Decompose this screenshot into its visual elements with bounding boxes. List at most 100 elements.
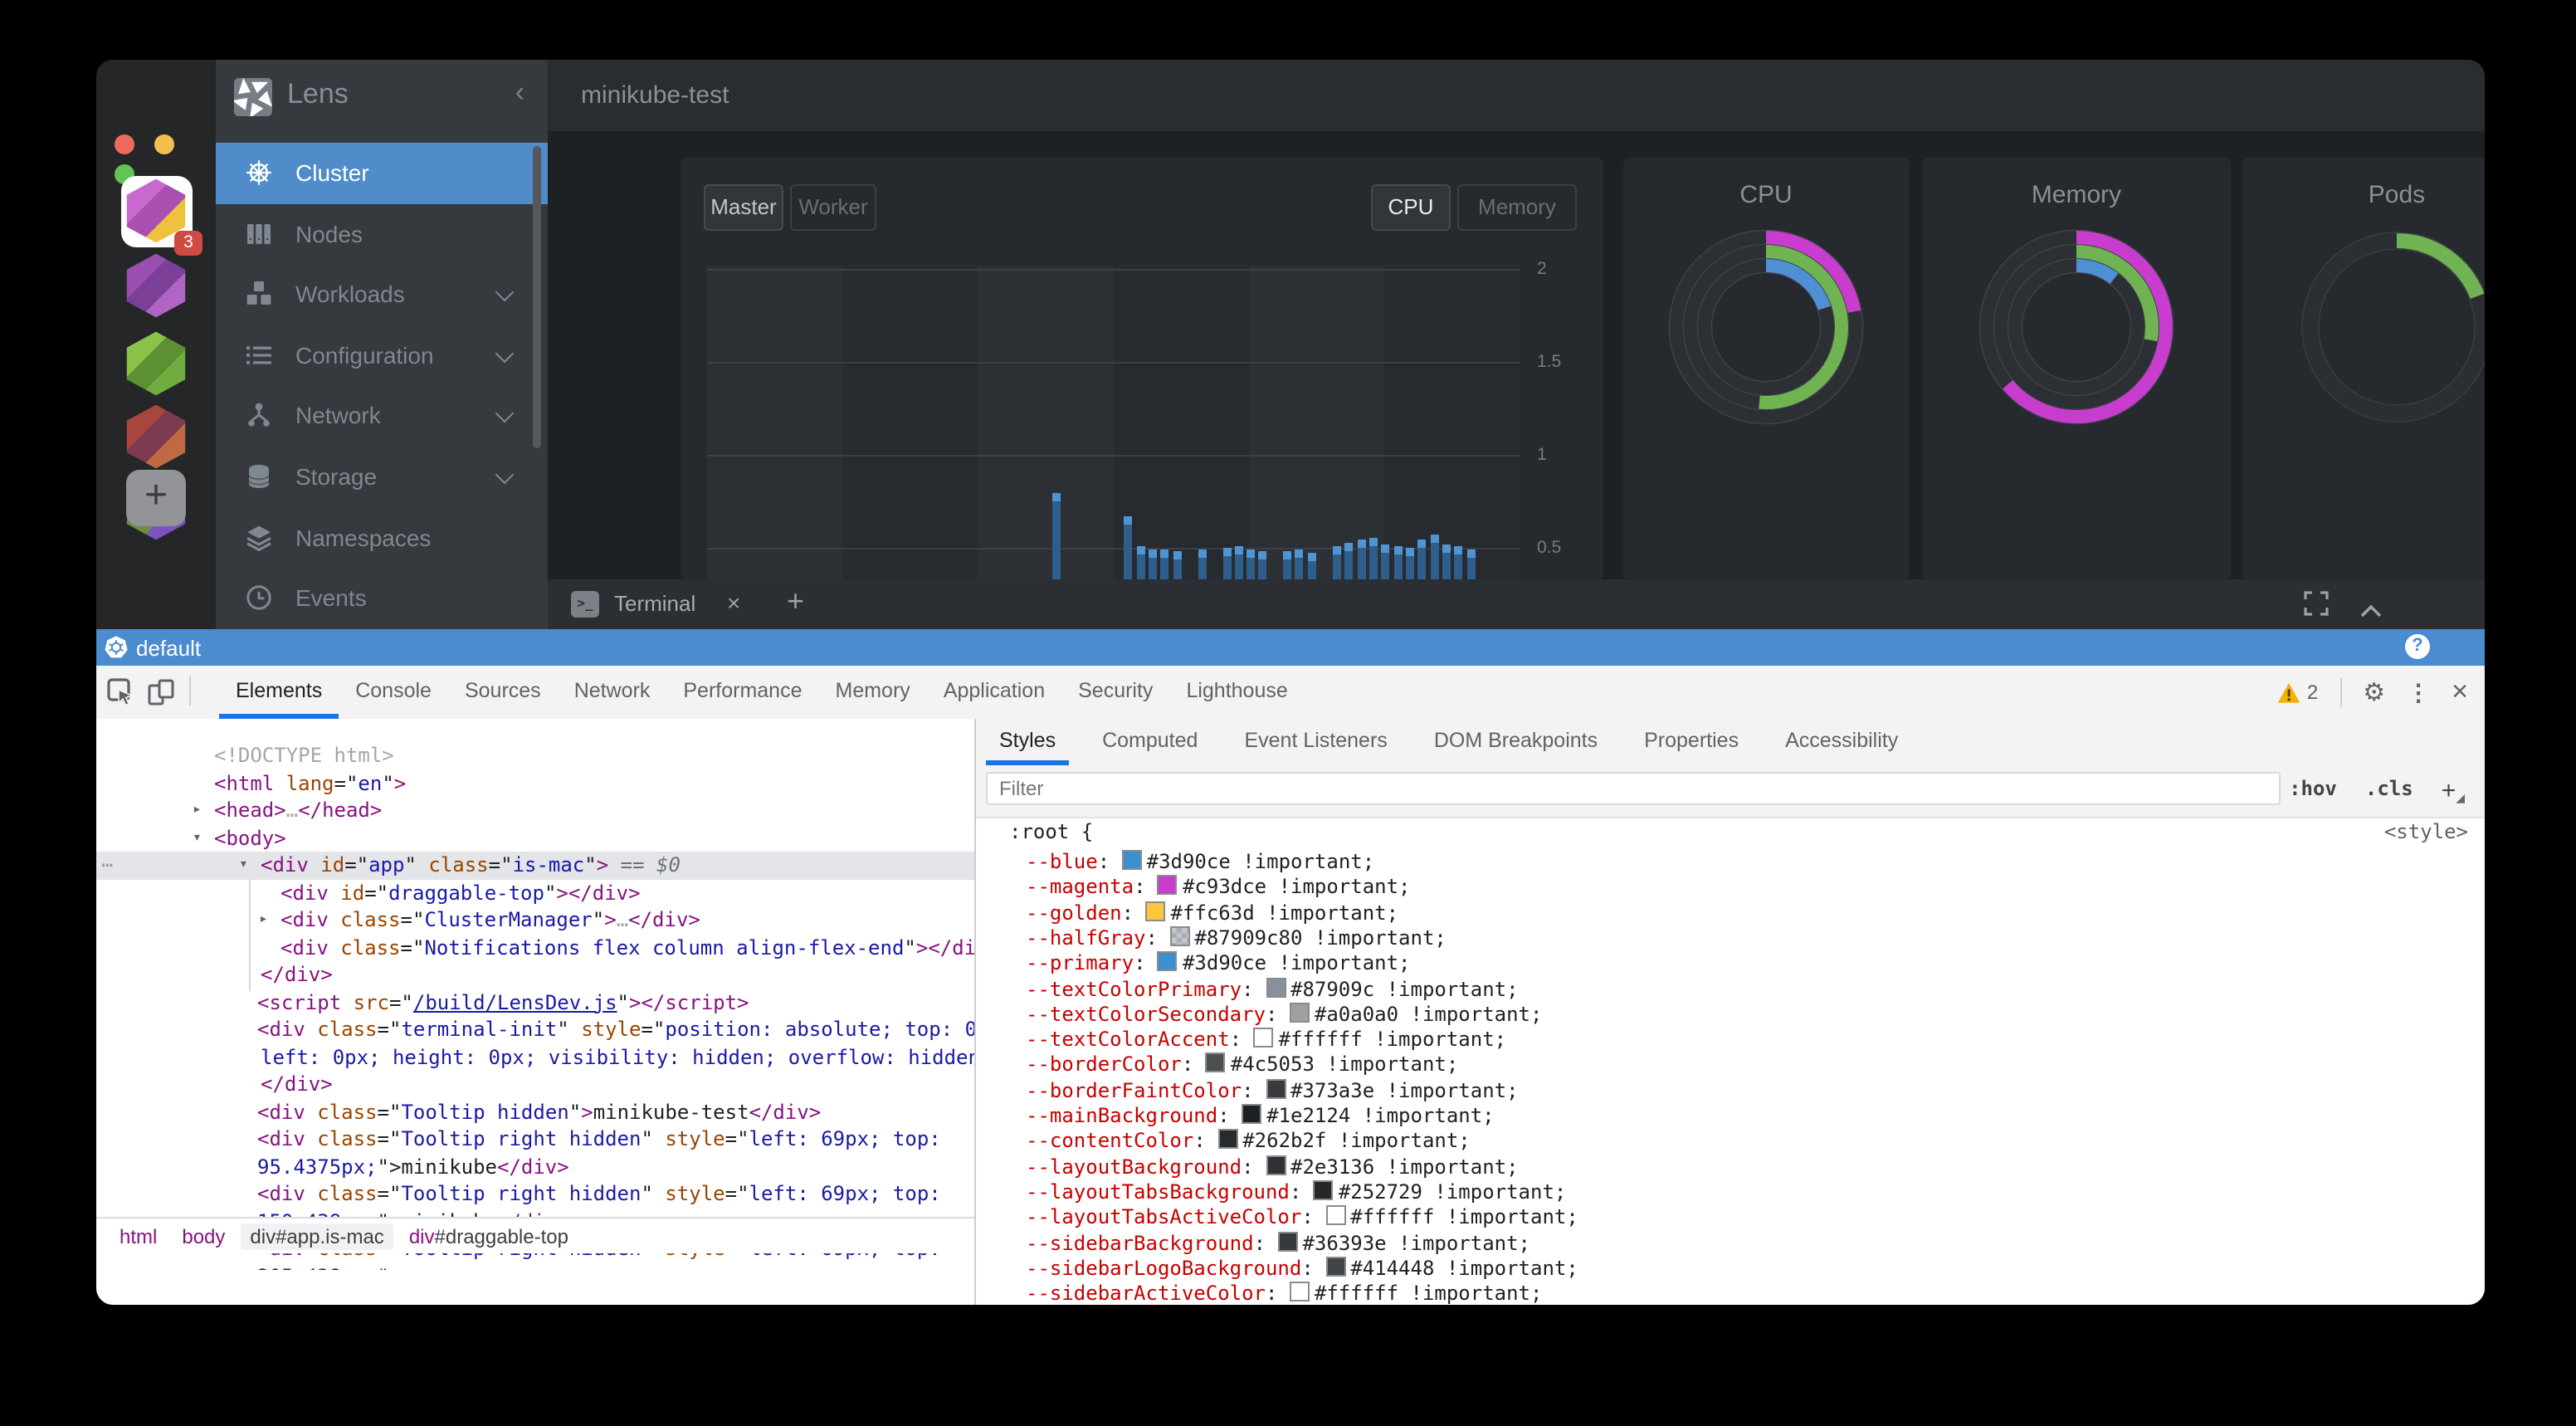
css-variable-row[interactable]: --sidebarBackground: #36393e !important; [1026, 1231, 1530, 1257]
styles-tab-styles[interactable]: Styles [976, 719, 1079, 765]
cluster-icon[interactable] [123, 252, 191, 320]
terminal-fullscreen-icon[interactable] [2304, 591, 2329, 624]
breadcrumb-item[interactable]: html [110, 1223, 167, 1249]
css-variable-row[interactable]: --borderColor: #4c5053 !important; [1026, 1053, 1458, 1079]
color-swatch[interactable] [1158, 876, 1178, 896]
close-window-button[interactable] [115, 134, 134, 154]
css-variable-row[interactable]: --sidebarActiveColor: #ffffff !important… [1026, 1282, 1542, 1305]
cluster-icon[interactable] [123, 403, 191, 471]
css-variable-row[interactable]: --halfGray: #87909c80 !important; [1026, 926, 1447, 952]
class-toggle[interactable]: .cls [2365, 777, 2413, 805]
styles-filter-input[interactable] [986, 772, 2281, 805]
css-variable-row[interactable]: --textColorAccent: #ffffff !important; [1026, 1028, 1506, 1053]
sidebar-collapse-icon[interactable]: ‹ [515, 76, 524, 110]
css-variable-row[interactable]: --layoutTabsBackground: #252729 !importa… [1026, 1180, 1566, 1206]
color-swatch[interactable] [1206, 1053, 1226, 1073]
device-toolbar-icon[interactable] [146, 677, 176, 715]
color-swatch[interactable] [1266, 1155, 1286, 1174]
styles-tab-computed[interactable]: Computed [1079, 719, 1221, 765]
disclosure-triangle-icon[interactable]: ▾ [239, 852, 248, 879]
color-swatch[interactable] [1290, 1003, 1310, 1023]
add-cluster-button[interactable]: + [126, 470, 186, 526]
dom-tree-row[interactable]: <div class="Tooltip right hidden" style=… [96, 1180, 974, 1208]
color-swatch[interactable] [1314, 1180, 1334, 1200]
metric-tab-cpu[interactable]: CPU [1371, 184, 1451, 231]
css-variable-row[interactable]: --primary: #3d90ce !important; [1026, 951, 1411, 977]
more-options-icon[interactable]: ⋮ [2407, 678, 2430, 706]
color-swatch[interactable] [1122, 850, 1142, 870]
dom-tree-row[interactable]: 205.438px;"> [96, 1262, 974, 1270]
pseudo-state-toggle[interactable]: :hov [2289, 777, 2337, 805]
kube-context-name[interactable]: default [136, 636, 201, 661]
terminal-tab[interactable]: Terminal [614, 591, 695, 616]
css-variable-row[interactable]: --textColorPrimary: #87909c !important; [1026, 977, 1519, 1003]
node-tab-worker[interactable]: Worker [790, 184, 876, 231]
breadcrumb-item[interactable]: div#app.is-mac [240, 1223, 393, 1249]
sidebar-scrollbar[interactable] [533, 146, 541, 448]
sidebar-item-cluster[interactable]: Cluster [216, 143, 548, 204]
disclosure-triangle-icon[interactable]: ▸ [193, 797, 202, 824]
terminal-close-icon[interactable]: × [727, 589, 740, 616]
css-variable-row[interactable]: --blue: #3d90ce !important; [1026, 850, 1374, 876]
devtools-tab-application[interactable]: Application [927, 666, 1061, 719]
sidebar-item-workloads[interactable]: Workloads [216, 264, 548, 325]
minimize-window-button[interactable] [155, 134, 175, 154]
styles-tab-event-listeners[interactable]: Event Listeners [1221, 719, 1410, 765]
devtools-tab-console[interactable]: Console [339, 666, 448, 719]
css-variable-row[interactable]: --layoutTabsActiveColor: #ffffff !import… [1026, 1205, 1578, 1231]
color-swatch[interactable] [1325, 1257, 1345, 1277]
dom-tree-row[interactable]: 95.4375px;">minikube</div> [96, 1153, 974, 1180]
color-swatch[interactable] [1266, 977, 1286, 997]
dom-tree-row[interactable]: <div class="terminal-init" style="positi… [96, 1016, 974, 1043]
sidebar-item-storage[interactable]: Storage [216, 447, 548, 508]
devtools-tab-network[interactable]: Network [558, 666, 667, 719]
cluster-icon[interactable]: 3 [121, 176, 193, 247]
dom-tree-row[interactable]: <div class="Tooltip hidden">minikube-tes… [96, 1098, 974, 1126]
new-style-rule-button[interactable]: +◢ [2442, 777, 2465, 805]
close-devtools-icon[interactable]: × [2452, 676, 2468, 709]
color-swatch[interactable] [1242, 1104, 1261, 1124]
css-variable-row[interactable]: --sidebarLogoBackground: #414448 !import… [1026, 1257, 1578, 1282]
disclosure-triangle-icon[interactable]: ▸ [259, 906, 268, 934]
styles-tab-dom-breakpoints[interactable]: DOM Breakpoints [1411, 719, 1621, 765]
color-swatch[interactable] [1146, 901, 1166, 921]
dom-tree-row[interactable]: <div id="draggable-top"></div> [96, 879, 974, 906]
color-swatch[interactable] [1169, 926, 1189, 946]
css-variable-row[interactable]: --borderFaintColor: #373a3e !important; [1026, 1078, 1519, 1104]
dom-tree-row[interactable]: ▾<body> [96, 824, 974, 852]
disclosure-triangle-icon[interactable]: ▾ [193, 824, 202, 852]
dom-tree-row[interactable]: </div> [96, 961, 974, 989]
devtools-tab-security[interactable]: Security [1061, 666, 1169, 719]
node-tab-master[interactable]: Master [704, 184, 783, 231]
warnings-badge[interactable]: 2 [2277, 681, 2318, 704]
dom-tree-row[interactable]: left: 0px; height: 0px; visibility: hidd… [96, 1043, 974, 1071]
sidebar-item-namespaces[interactable]: Namespaces [216, 507, 548, 569]
sidebar-item-events[interactable]: Events [216, 568, 548, 629]
devtools-tab-lighthouse[interactable]: Lighthouse [1169, 666, 1304, 719]
help-button[interactable]: ? [2405, 634, 2430, 659]
color-swatch[interactable] [1290, 1282, 1310, 1301]
dom-tree-row[interactable]: <script src="/build/LensDev.js"></script… [96, 989, 974, 1016]
styles-tab-accessibility[interactable]: Accessibility [1762, 719, 1921, 765]
devtools-tab-memory[interactable]: Memory [819, 666, 927, 719]
terminal-add-icon[interactable]: + [787, 584, 804, 619]
metric-tab-memory[interactable]: Memory [1457, 184, 1577, 231]
color-swatch[interactable] [1217, 1130, 1237, 1150]
breadcrumb-item[interactable]: body [172, 1223, 235, 1249]
styles-tab-properties[interactable]: Properties [1621, 719, 1762, 765]
css-variable-row[interactable]: --golden: #ffc63d !important; [1026, 901, 1398, 926]
css-variable-row[interactable]: --textColorSecondary: #a0a0a0 !important… [1026, 1003, 1542, 1028]
devtools-tab-elements[interactable]: Elements [219, 666, 339, 719]
dom-tree-row[interactable]: ⋯▾<div id="app" class="is-mac"> == $0 [96, 852, 974, 879]
dom-tree-row[interactable]: <!DOCTYPE html> [96, 742, 974, 769]
css-variable-row[interactable]: --magenta: #c93dce !important; [1026, 876, 1411, 901]
css-variable-row[interactable]: --mainBackground: #1e2124 !important; [1026, 1104, 1495, 1130]
dom-tree-row[interactable]: ▸<div class="ClusterManager">…</div> [96, 906, 974, 934]
color-swatch[interactable] [1325, 1205, 1345, 1225]
dom-tree-row[interactable]: ▸<head>…</head> [96, 797, 974, 824]
color-swatch[interactable] [1277, 1231, 1297, 1251]
sidebar-item-nodes[interactable]: Nodes [216, 203, 548, 265]
color-swatch[interactable] [1158, 951, 1178, 971]
cluster-icon[interactable] [123, 330, 191, 398]
dom-tree-row[interactable]: <div class="Notifications flex column al… [96, 934, 974, 961]
